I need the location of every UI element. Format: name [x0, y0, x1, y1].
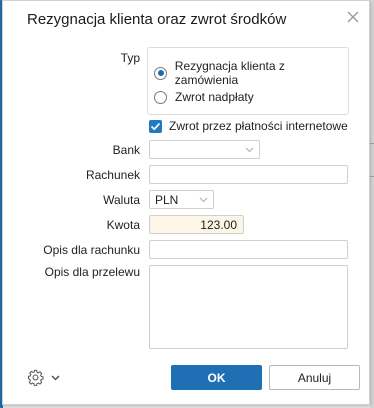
radio-zwrot-label: Zwrot nadpłaty: [175, 90, 254, 104]
gear-icon: [27, 369, 44, 386]
radio-zwrot-nadplaty[interactable]: Zwrot nadpłaty: [154, 90, 254, 104]
settings-menu-button[interactable]: [27, 369, 60, 386]
bank-label: Bank: [112, 143, 140, 157]
radio-selected-icon[interactable]: [154, 66, 167, 80]
dialog-title: Rezygnacja klienta oraz zwrot środków: [27, 11, 287, 28]
refund-dialog: Rezygnacja klienta oraz zwrot środków Ty…: [2, 0, 370, 405]
radio-rezygnacja[interactable]: Rezygnacja klienta z zamówienia: [154, 59, 348, 87]
chevron-down-icon: [51, 375, 60, 381]
checkbox-checked-icon[interactable]: [149, 119, 162, 133]
kwota-input[interactable]: 123.00: [149, 215, 244, 234]
opis-rachunku-input[interactable]: [149, 240, 348, 259]
background-scroll-edge: [370, 0, 374, 408]
ok-button[interactable]: OK: [171, 365, 262, 390]
chevron-down-icon: [199, 197, 208, 203]
online-refund-label: Zwrot przez płatności internetowe: [169, 119, 348, 133]
waluta-label: Waluta: [103, 193, 140, 207]
radio-unselected-icon[interactable]: [154, 90, 167, 104]
opis-przelewu-label: Opis dla przelewu: [44, 265, 140, 279]
waluta-value: PLN: [155, 193, 179, 207]
rachunek-input[interactable]: [149, 165, 348, 184]
bank-select[interactable]: [149, 140, 260, 159]
cancel-button[interactable]: Anuluj: [269, 365, 360, 390]
close-icon[interactable]: [345, 9, 361, 25]
radio-rezygnacja-label: Rezygnacja klienta z zamówienia: [174, 59, 285, 87]
opis-rachunku-label: Opis dla rachunku: [43, 243, 140, 257]
chevron-down-icon: [245, 147, 254, 153]
opis-przelewu-textarea[interactable]: [149, 265, 348, 349]
typ-label: Typ: [120, 51, 140, 65]
kwota-label: Kwota: [106, 218, 140, 232]
rachunek-label: Rachunek: [85, 168, 140, 182]
online-refund-checkbox[interactable]: Zwrot przez płatności internetowe: [149, 119, 348, 133]
typ-radio-group: Rezygnacja klienta z zamówienia Zwrot na…: [147, 47, 349, 115]
waluta-select[interactable]: PLN: [149, 190, 214, 209]
